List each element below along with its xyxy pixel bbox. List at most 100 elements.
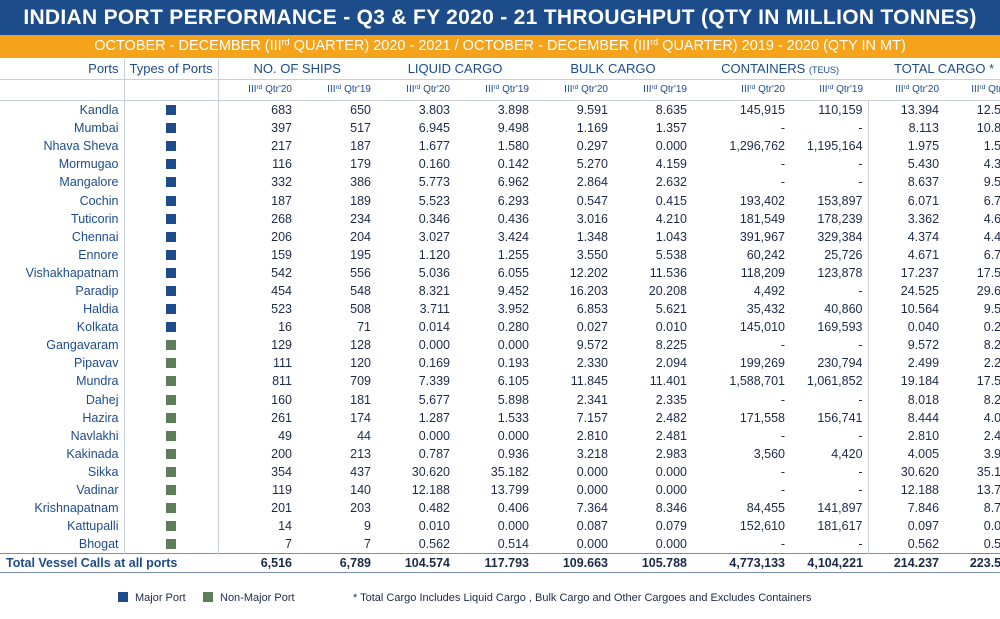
cell-value: 19.184 <box>900 374 940 389</box>
cell-value: - <box>790 155 869 174</box>
cell-value: 3.027 <box>418 229 450 244</box>
cell-value: 2.335 <box>655 392 687 407</box>
cell-value: 201 <box>271 501 292 516</box>
cell-value: 116 <box>272 157 292 172</box>
cell-value: 30.620 <box>411 464 450 479</box>
cell-value: 3.424 <box>497 229 529 244</box>
cell-value: 0.562 <box>418 537 450 552</box>
cell-value: 6.792 <box>983 247 1000 262</box>
port-type <box>124 318 219 337</box>
cell-value: 0.000 <box>576 537 608 552</box>
cell-value: 5.773 <box>418 175 450 190</box>
port-throughput-table: Ports Types of Ports NO. OF SHIPS LIQUID… <box>0 59 1000 574</box>
cell-value: 111 <box>272 356 292 371</box>
cell-value: 4.159 <box>655 157 687 172</box>
table-row: Kolkata 16 71 0.014 0.280 0.027 0.010 145,010 16… <box>0 318 1000 337</box>
cell-value: 156,741 <box>790 408 869 427</box>
cell-value: 397 <box>271 121 292 136</box>
cell-value: 2.287 <box>983 356 1000 371</box>
table-row: Hazira 261 174 1.287 1.533 7.157 2.482 171,558 1… <box>0 408 1000 427</box>
cell-value: 5.270 <box>576 157 608 172</box>
cell-value: 179 <box>350 157 371 172</box>
period-header-q20: IIIrd Qtr'20 <box>376 79 455 101</box>
cell-value: 0.562 <box>907 537 940 552</box>
major-port-marker <box>166 123 176 134</box>
cell-value: 1.287 <box>418 410 450 425</box>
cell-value: 11.845 <box>570 374 608 389</box>
cell-value: 5.538 <box>655 247 687 262</box>
cell-value: 437 <box>350 464 371 479</box>
port-name: Mangalore <box>0 173 125 192</box>
port-name: Mormugao <box>0 155 125 174</box>
header-bulk: BULK CARGO <box>534 59 692 80</box>
cell-value: 2.481 <box>983 428 1000 443</box>
major-port-swatch <box>118 592 128 602</box>
port-name: Mundra <box>0 372 125 391</box>
cell-value: 187 <box>271 193 292 208</box>
cell-value: 4,492 <box>753 283 785 298</box>
cell-value: 2.864 <box>576 175 608 190</box>
table-row: Mundra 811 709 7.339 6.105 11.845 11.401 1,588,… <box>0 372 1000 391</box>
cell-value: 8.225 <box>655 338 687 353</box>
cell-value: 189 <box>350 193 371 208</box>
period-header-q19: IIIrd Qtr'19 <box>297 79 376 101</box>
table-row: Chennai 206 204 3.027 3.424 1.348 1.043 391,967… <box>0 227 1000 246</box>
cell-value: 1.580 <box>497 139 529 154</box>
cell-value: 8.225 <box>983 338 1000 353</box>
cell-value: 30.620 <box>900 464 940 479</box>
cell-value: 181,549 <box>739 211 785 226</box>
cell-value: - <box>790 535 869 554</box>
major-port-marker <box>166 213 176 224</box>
cell-value: 0.280 <box>497 320 529 335</box>
cell-value: 0.000 <box>497 428 529 443</box>
cell-value: 268 <box>271 211 292 226</box>
cell-value: 0.547 <box>576 193 608 208</box>
cell-value: 6.707 <box>983 193 1000 208</box>
cell-value: 2.482 <box>655 410 687 425</box>
cell-value: 4.467 <box>983 229 1000 244</box>
cell-value: 10.855 <box>976 121 1000 136</box>
cell-value: 8.321 <box>418 283 450 298</box>
cell-value: 193,402 <box>739 193 785 208</box>
header-containers: CONTAINERS (TEUS) <box>692 59 869 80</box>
cell-value: 17.237 <box>900 265 940 280</box>
cell-value: 17.590 <box>976 265 1000 280</box>
table-row: Paradip 454 548 8.321 9.452 16.203 20.208 4,492… <box>0 281 1000 301</box>
cell-value: 0.000 <box>418 428 450 443</box>
cell-value: 16 <box>278 320 292 335</box>
port-name: Paradip <box>0 281 125 301</box>
cell-value: 11.536 <box>649 265 687 280</box>
major-port-marker <box>166 195 176 206</box>
cell-value: 2.330 <box>576 356 608 371</box>
major-port-marker <box>166 105 176 116</box>
cell-value: 0.346 <box>418 211 450 226</box>
cell-value: 3.898 <box>497 103 529 118</box>
port-type <box>124 426 219 445</box>
cell-value: 29.660 <box>976 283 1000 298</box>
table-row: Kandla 683 650 3.803 3.898 9.591 8.635 145,915 1… <box>0 100 1000 120</box>
cell-value: 7.339 <box>418 374 450 389</box>
cell-value: 0.406 <box>497 501 529 516</box>
cell-value: 1.120 <box>418 247 450 262</box>
cell-value: 1.677 <box>418 139 450 154</box>
cell-value: 40,860 <box>790 300 869 319</box>
cell-value: 153,897 <box>790 191 869 210</box>
cell-value: 8.234 <box>983 392 1000 407</box>
cell-value: 1.533 <box>497 410 529 425</box>
report-subtitle: OCTOBER - DECEMBER (IIIrd QUARTER) 2020 … <box>0 35 1000 58</box>
cell-value: 2.341 <box>576 392 608 407</box>
cell-value: 13.799 <box>976 483 1000 498</box>
cell-value: 0.000 <box>576 464 608 479</box>
cell-value: 0.010 <box>655 320 687 335</box>
port-type <box>124 517 219 536</box>
table-row: Bhogat 7 7 0.562 0.514 0.000 0.000 -- 0.562 0.514 <box>0 535 1000 554</box>
cell-value: 454 <box>271 283 292 298</box>
cell-value: 123,878 <box>790 263 869 282</box>
cell-value: 0.297 <box>576 139 608 154</box>
major-port-marker <box>166 267 176 278</box>
total-value: 117.793 <box>455 553 534 574</box>
cell-value: 517 <box>350 121 371 136</box>
port-type <box>124 281 219 301</box>
cell-value: 159 <box>271 247 292 262</box>
cell-value: 386 <box>350 175 371 190</box>
